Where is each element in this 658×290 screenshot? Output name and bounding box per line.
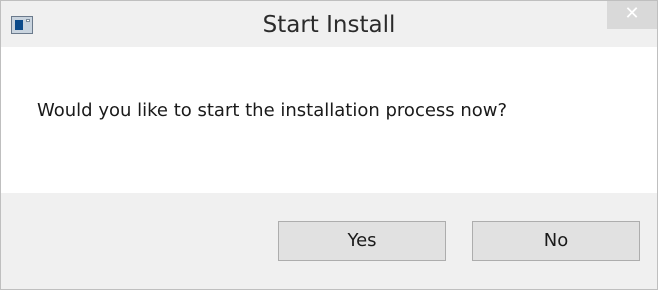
dialog-message: Would you like to start the installation…	[37, 100, 508, 121]
title-bar[interactable]: Start Install ✕	[1, 1, 657, 47]
message-area: Would you like to start the installation…	[1, 47, 657, 193]
close-icon: ✕	[624, 3, 640, 24]
yes-button[interactable]: Yes	[278, 221, 446, 261]
window-title: Start Install	[262, 12, 396, 38]
install-dialog: Start Install ✕ Would you like to start …	[0, 0, 658, 290]
close-button[interactable]: ✕	[607, 1, 657, 29]
no-button[interactable]: No	[472, 221, 640, 261]
button-bar: Yes No	[1, 193, 657, 289]
